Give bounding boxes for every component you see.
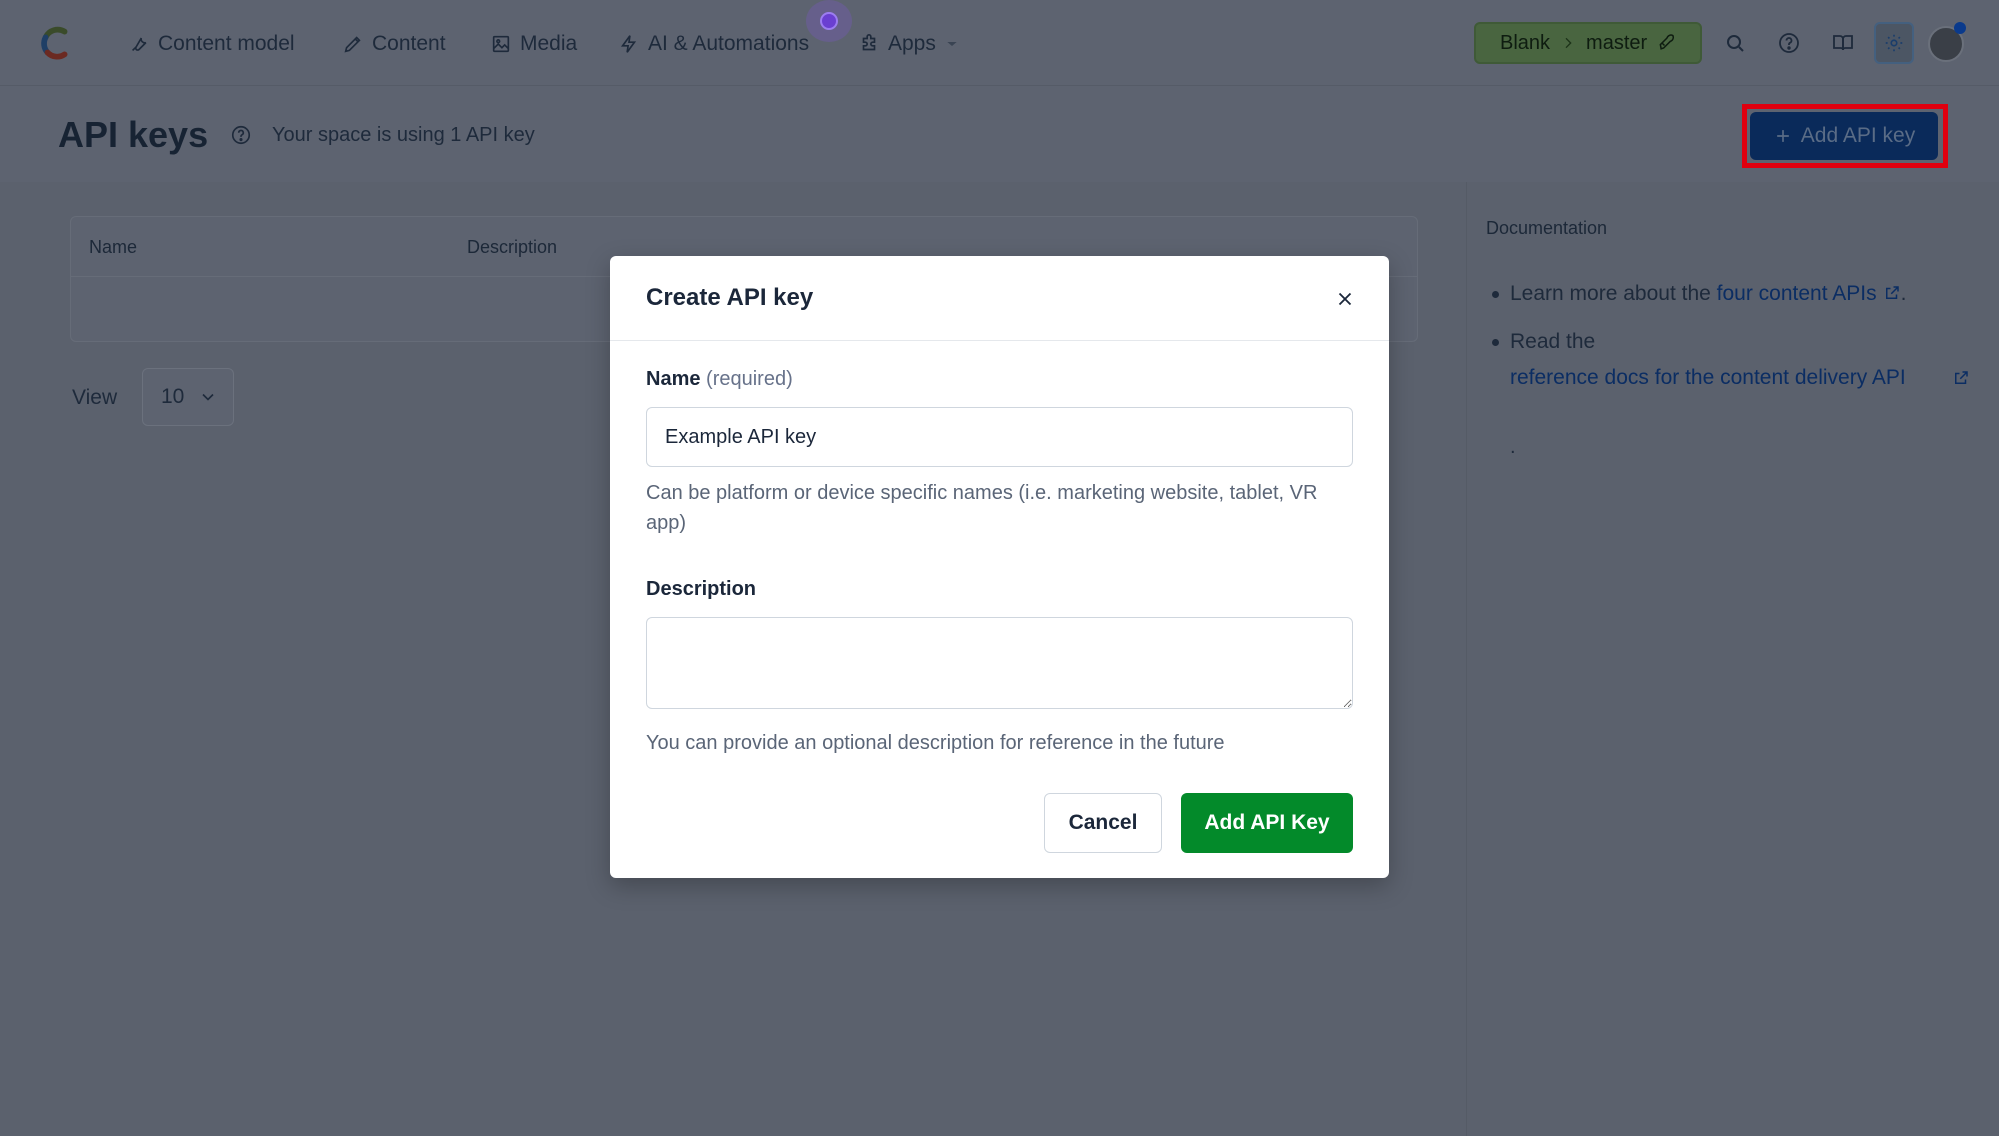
list-item: Read the reference docs for the content … xyxy=(1490,324,1970,396)
external-link-icon xyxy=(1955,371,1968,384)
name-label-text: Name xyxy=(646,368,701,390)
chevron-right-icon xyxy=(1565,37,1572,49)
nav-label: Content model xyxy=(158,32,295,55)
puzzle-icon xyxy=(862,34,876,51)
four-content-apis-link[interactable]: four content APIs xyxy=(1717,282,1877,305)
docs-button[interactable] xyxy=(1828,28,1858,58)
nav-media[interactable]: Media xyxy=(490,28,577,60)
description-hint: You can provide an optional description … xyxy=(646,732,1225,754)
page-title: API keys xyxy=(58,114,209,155)
view-label: View xyxy=(72,386,118,409)
help-button[interactable] xyxy=(1774,28,1804,58)
page-size-value: 10 xyxy=(161,385,185,408)
dialog-title: Create API key xyxy=(646,284,814,311)
required-indicator: (required) xyxy=(706,368,793,390)
environment-name: master xyxy=(1586,31,1648,54)
column-description: Description xyxy=(467,237,558,257)
api-key-usage-text: Your space is using 1 API key xyxy=(272,124,535,146)
create-api-key-dialog: Create API key Name (required) Can be pl… xyxy=(610,256,1389,878)
page-size-select[interactable]: 10 xyxy=(142,368,234,426)
pen-icon xyxy=(344,36,361,53)
nav-apps[interactable]: Apps xyxy=(858,28,960,60)
search-button[interactable] xyxy=(1720,28,1750,58)
documentation-list: Learn more about the four content APIs. … xyxy=(1490,276,1970,408)
close-icon xyxy=(1338,292,1352,306)
nav-content-model[interactable]: Content model xyxy=(128,28,295,60)
external-link-icon xyxy=(1885,286,1899,299)
highlight-annotation xyxy=(1742,104,1948,168)
caret-down-icon xyxy=(947,42,957,46)
question-circle-icon xyxy=(1779,33,1799,53)
close-button[interactable] xyxy=(1330,284,1360,314)
help-circle-icon[interactable] xyxy=(230,124,252,146)
wrench-icon xyxy=(131,37,147,52)
image-icon xyxy=(492,35,510,53)
doc-text: . xyxy=(1900,282,1907,305)
description-label: Description xyxy=(646,578,757,600)
name-label: Name (required) xyxy=(646,368,793,391)
search-icon xyxy=(1727,35,1744,52)
chevron-down-icon xyxy=(202,393,214,401)
doc-trailing-text: . xyxy=(1510,436,1516,458)
cancel-button[interactable]: Cancel xyxy=(1044,793,1162,853)
notification-dot xyxy=(1954,22,1966,34)
reference-docs-link[interactable]: reference docs for the content delivery … xyxy=(1510,360,1910,396)
lightning-icon xyxy=(620,35,637,53)
top-navigation: Content model Content Media AI & Automat… xyxy=(0,0,1999,86)
nav-content[interactable]: Content xyxy=(342,28,446,60)
nav-label: Media xyxy=(520,32,578,55)
name-hint: Can be platform or device specific names… xyxy=(646,482,1318,534)
contentful-logo-icon[interactable] xyxy=(38,24,76,62)
environment-switcher[interactable]: Blank master xyxy=(1474,22,1702,64)
book-icon xyxy=(1833,35,1853,51)
gear-icon xyxy=(1885,34,1903,52)
name-input[interactable] xyxy=(646,407,1353,467)
dialog-header: Create API key xyxy=(610,256,1389,341)
settings-button[interactable] xyxy=(1874,22,1914,64)
column-name: Name xyxy=(89,237,138,257)
space-name: Blank xyxy=(1500,31,1551,54)
nav-ai-automations[interactable]: AI & Automations xyxy=(618,28,809,60)
list-item: Learn more about the four content APIs. xyxy=(1490,276,1970,312)
doc-text: Learn more about the xyxy=(1510,282,1717,305)
doc-text: Read the xyxy=(1510,330,1596,353)
rocket-icon xyxy=(1659,34,1675,50)
documentation-title: Documentation xyxy=(1486,218,1608,238)
cursor-indicator xyxy=(806,0,852,42)
nav-label: AI & Automations xyxy=(648,32,810,55)
nav-label: Apps xyxy=(888,32,936,55)
nav-label: Content xyxy=(372,32,446,55)
description-input[interactable] xyxy=(646,617,1353,709)
add-api-key-submit-button[interactable]: Add API Key xyxy=(1181,793,1353,853)
